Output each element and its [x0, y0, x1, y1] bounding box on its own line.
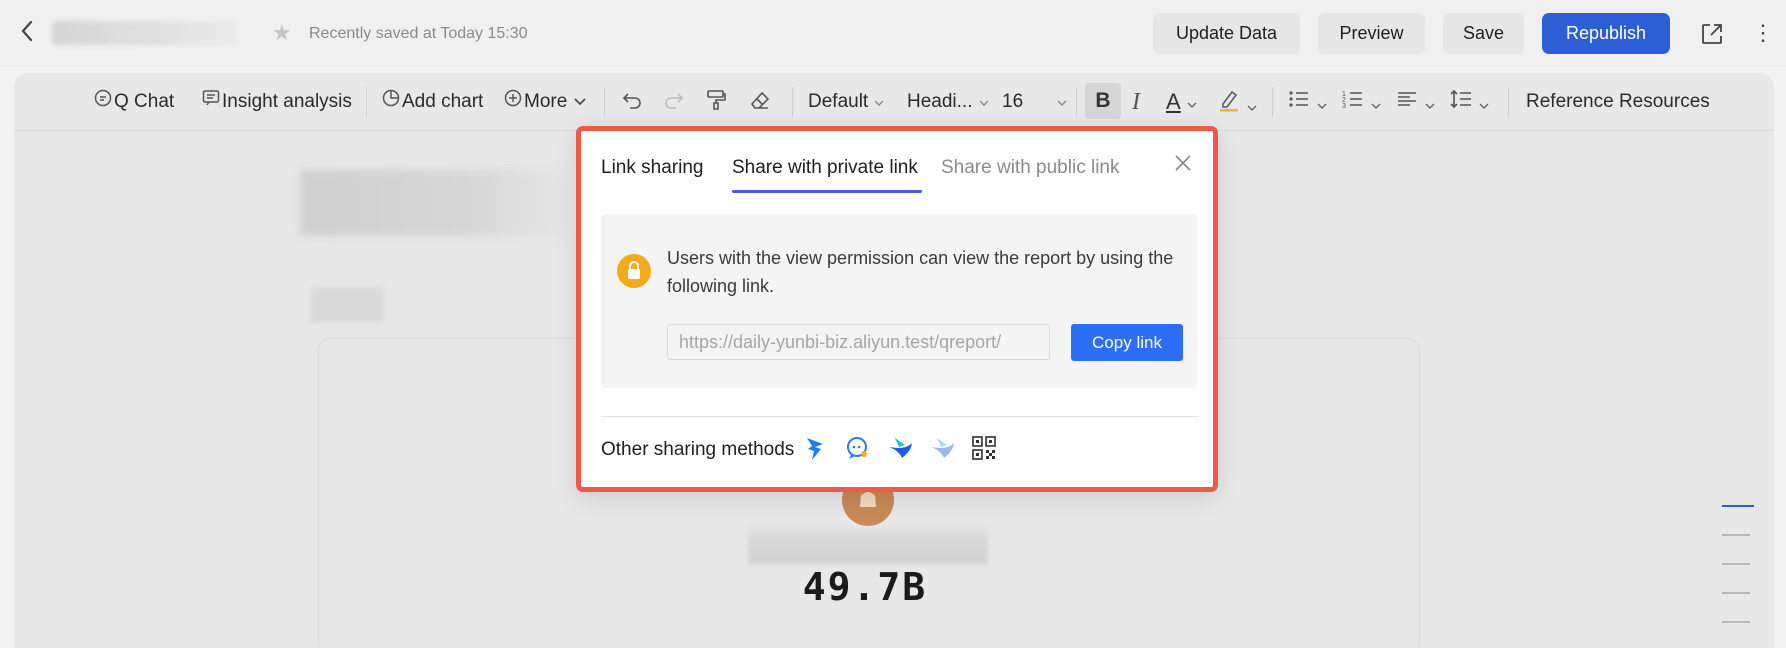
reference-resources-button[interactable]: Reference Resources [1526, 89, 1710, 115]
subheading-blurred [310, 287, 384, 323]
chevron-down-icon [1056, 89, 1068, 115]
permission-info-text: Users with the view permission can view … [667, 248, 1174, 296]
highlight-color-button[interactable] [1218, 88, 1258, 116]
tab-public-link[interactable]: Share with public link [941, 157, 1119, 179]
lock-icon [617, 254, 651, 288]
close-icon[interactable] [1173, 153, 1193, 173]
save-button[interactable]: Save [1443, 13, 1524, 54]
divider [1508, 87, 1509, 117]
svg-text:3: 3 [1342, 103, 1346, 110]
heading-value: Headi... [907, 91, 973, 112]
outline-line[interactable] [1722, 563, 1750, 565]
bold-button[interactable]: B [1085, 83, 1121, 119]
outline-navigator[interactable] [1722, 505, 1754, 648]
preview-button[interactable]: Preview [1318, 13, 1425, 54]
chevron-down-icon [1186, 92, 1198, 114]
bird-light-icon[interactable] [927, 433, 957, 463]
pie-chart-icon [382, 89, 400, 115]
report-title-blurred [52, 21, 238, 45]
other-sharing-label: Other sharing methods [601, 439, 795, 460]
insight-analysis-button[interactable]: Insight analysis [202, 89, 352, 115]
comment-icon [202, 89, 220, 115]
outline-line[interactable] [1722, 592, 1750, 594]
font-size-value: 16 [1002, 91, 1024, 112]
copy-link-button[interactable]: Copy link [1071, 324, 1183, 361]
eraser-icon[interactable] [748, 88, 772, 116]
more-label: More [524, 91, 568, 112]
top-bar: ★ Recently saved at Today 15:30 Update D… [0, 0, 1786, 67]
divider [1076, 87, 1077, 117]
redo-icon[interactable] [662, 88, 686, 116]
bullet-list-icon[interactable] [1288, 88, 1328, 116]
outline-line[interactable] [1722, 505, 1754, 507]
font-family-value: Default [808, 91, 869, 112]
star-icon[interactable]: ★ [272, 22, 292, 44]
format-painter-icon[interactable] [704, 88, 728, 116]
share-dialog: Link sharing Share with private link Sha… [576, 126, 1218, 492]
active-tab-indicator [732, 190, 922, 193]
font-color-button[interactable]: A [1166, 88, 1198, 116]
metric-label-blurred [748, 528, 988, 564]
add-chart-button[interactable]: Add chart [382, 89, 483, 115]
numbered-list-icon[interactable]: 123 [1342, 88, 1382, 116]
external-link-icon[interactable] [1700, 22, 1724, 46]
chevron-down-icon [978, 89, 990, 115]
chevron-down-icon [573, 89, 587, 115]
divider [366, 87, 367, 117]
insight-label: Insight analysis [222, 91, 352, 112]
more-button[interactable]: More [504, 89, 589, 115]
outline-line[interactable] [1722, 621, 1750, 623]
saved-status: Recently saved at Today 15:30 [309, 25, 528, 42]
plus-circle-icon [504, 89, 522, 115]
line-height-icon[interactable] [1450, 88, 1490, 116]
divider [604, 87, 605, 117]
font-family-select[interactable]: Default [808, 89, 887, 115]
italic-button[interactable]: I [1132, 88, 1140, 116]
align-left-icon[interactable] [1396, 88, 1436, 116]
chat-bubble-icon[interactable] [843, 433, 873, 463]
undo-icon[interactable] [620, 88, 644, 116]
heading-blurred [300, 170, 572, 236]
divider [792, 87, 793, 117]
private-link-panel: Users with the view permission can view … [601, 214, 1197, 388]
metric-value: 49.7B [802, 565, 928, 609]
add-chart-label: Add chart [402, 91, 484, 112]
chat-icon [94, 89, 112, 115]
q-chat-label: Q Chat [114, 91, 175, 112]
dingtalk-icon[interactable] [801, 433, 831, 463]
divider [1272, 87, 1273, 117]
heading-select[interactable]: Headi... [907, 89, 992, 115]
update-data-button[interactable]: Update Data [1153, 13, 1300, 54]
bird-blue-icon[interactable] [885, 433, 915, 463]
tab-private-link[interactable]: Share with private link [732, 157, 918, 179]
chevron-left-icon[interactable] [20, 20, 44, 46]
chevron-down-icon [873, 89, 885, 115]
divider [601, 416, 1199, 417]
private-link-field[interactable]: https://daily-yunbi-biz.aliyun.test/qrep… [667, 324, 1050, 360]
font-size-select[interactable]: 16 [1002, 89, 1070, 115]
republish-button[interactable]: Republish [1542, 13, 1670, 54]
outline-line[interactable] [1722, 534, 1750, 536]
formatting-toolbar: Q Chat Insight analysis Add chart More D… [14, 73, 1774, 131]
kebab-menu-icon[interactable]: ⋮ [1752, 18, 1774, 48]
q-chat-button[interactable]: Q Chat [94, 89, 174, 115]
font-color-label: A [1166, 89, 1181, 114]
tab-link-sharing[interactable]: Link sharing [601, 157, 703, 179]
qr-code-icon[interactable] [969, 433, 999, 463]
